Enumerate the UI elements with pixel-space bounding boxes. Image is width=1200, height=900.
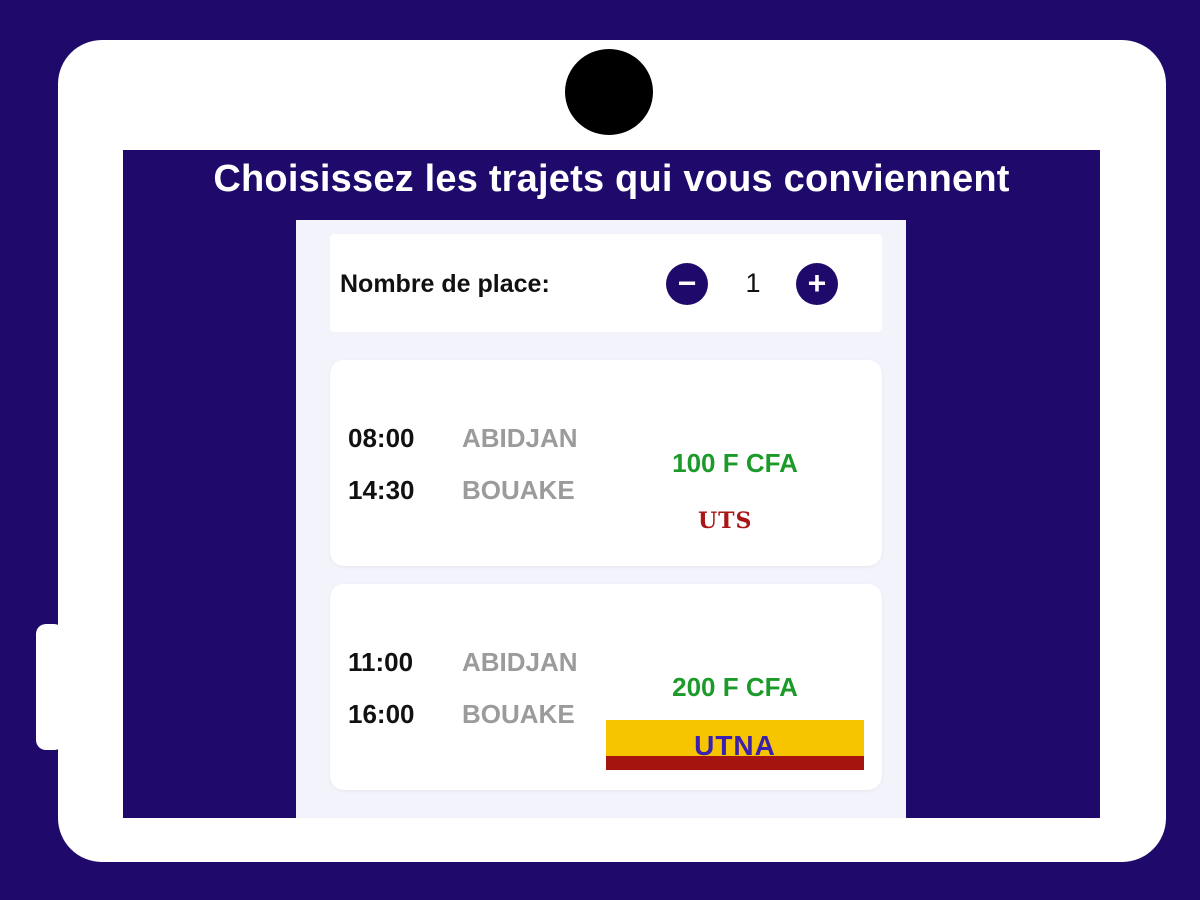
company-name: UTNA <box>694 730 776 761</box>
app-stage: Choisissez les trajets qui vous convienn… <box>0 0 1200 900</box>
trip-card[interactable]: 08:00 ABIDJAN 14:30 BOUAKE 100 F CFA UTS <box>330 360 882 566</box>
seat-count-value: 1 <box>745 268 761 298</box>
arrival-city: BOUAKE <box>462 475 575 505</box>
increase-seats-button[interactable]: + <box>796 263 838 305</box>
company-logo-uts: UTS <box>698 508 753 534</box>
departure-time: 11:00 <box>348 647 414 677</box>
trip-price: 200 F CFA <box>672 672 798 702</box>
seat-count-bar: Nombre de place: − 1 + <box>330 234 882 332</box>
company-logo-utna: UTNA <box>606 720 864 772</box>
departure-city: ABIDJAN <box>462 647 578 677</box>
arrival-time: 14:30 <box>348 475 415 505</box>
tablet-screen: Choisissez les trajets qui vous convienn… <box>123 150 1100 818</box>
camera-icon <box>565 49 653 135</box>
departure-time: 08:00 <box>348 423 415 453</box>
decrease-seats-button[interactable]: − <box>666 263 708 305</box>
plus-icon: + <box>807 265 827 301</box>
trip-selection-panel: Nombre de place: − 1 + 08:00 ABIDJAN 14:… <box>296 220 906 818</box>
departure-city: ABIDJAN <box>462 423 578 453</box>
trip-price: 100 F CFA <box>672 448 798 478</box>
seat-count-label: Nombre de place: <box>340 270 550 298</box>
page-title: Choisissez les trajets qui vous convienn… <box>213 158 1010 200</box>
arrival-time: 16:00 <box>348 699 415 729</box>
arrival-city: BOUAKE <box>462 699 575 729</box>
trip-card[interactable]: 11:00 ABIDJAN 16:00 BOUAKE 200 F CFA UTN… <box>330 584 882 790</box>
minus-icon: − <box>677 265 697 301</box>
